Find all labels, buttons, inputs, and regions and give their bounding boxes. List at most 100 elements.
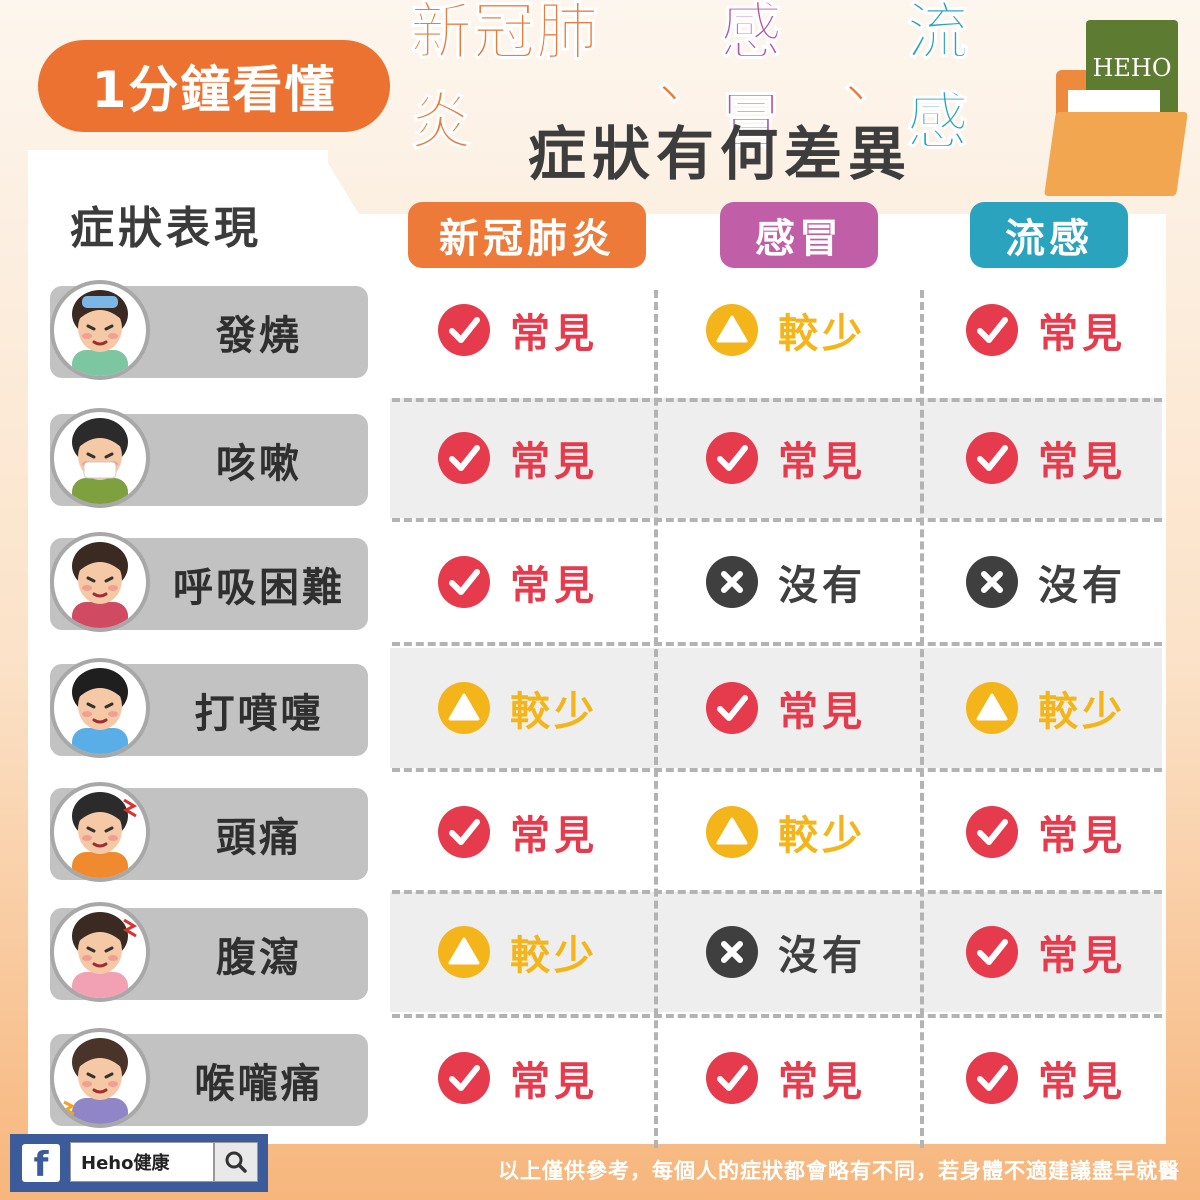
status-label: 常見 [1038, 933, 1126, 979]
header-badge: 1分鐘看懂 [38, 40, 390, 132]
status-cell: 沒有 [706, 550, 866, 614]
status-label: 較少 [778, 311, 866, 357]
status-cell: 較少 [966, 676, 1126, 740]
status-label: 較少 [510, 933, 598, 979]
status-label: 較少 [778, 813, 866, 859]
status-label: 常見 [510, 311, 598, 357]
status-label: 沒有 [1038, 563, 1126, 609]
status-label: 較少 [1038, 689, 1126, 735]
symptom-label: 腹瀉 [216, 935, 302, 981]
symptom-label: 呼吸困難 [173, 565, 345, 611]
column-header-cold: 感冒 [720, 202, 878, 268]
facebook-search-field[interactable]: Heho健康 [70, 1142, 214, 1182]
breathing-avatar-icon [50, 532, 150, 632]
table-row: 發燒 常見 較少 常見 [0, 280, 1200, 380]
status-cell: 常見 [438, 550, 598, 614]
row-divider [392, 1014, 1162, 1018]
status-cell: 較少 [438, 676, 598, 740]
status-label: 常見 [510, 813, 598, 859]
heho-logo: HEHO [1044, 20, 1188, 200]
row-divider [392, 398, 1162, 402]
status-cell: 較少 [706, 298, 866, 362]
sore-throat-avatar-icon [50, 1028, 150, 1128]
infographic: 1分鐘看懂 新冠肺炎、感冒、流感 症狀有何差異 HEHO 症狀表現 新冠肺炎 感… [0, 0, 1200, 1200]
table-row: 喉嚨痛 常見 常見 常見 [0, 1028, 1200, 1128]
check-icon [438, 556, 490, 608]
page-subtitle: 症狀有何差異 [527, 120, 912, 188]
disclaimer-text: 以上僅供參考，每個人的症狀都會略有不同，若身體不適建議盡早就醫 [498, 1159, 1180, 1183]
status-cell: 常見 [966, 800, 1126, 864]
check-icon [438, 806, 490, 858]
status-label: 常見 [510, 1059, 598, 1105]
table-row: 腹瀉 較少 沒有 常見 [0, 892, 1200, 1012]
column-header-flu: 流感 [970, 202, 1128, 268]
x-icon [706, 556, 758, 608]
status-label: 常見 [1038, 439, 1126, 485]
check-icon [966, 1052, 1018, 1104]
status-cell: 常見 [438, 800, 598, 864]
triangle-icon [706, 304, 758, 356]
triangle-icon [966, 682, 1018, 734]
status-cell: 常見 [438, 298, 598, 362]
check-icon [966, 304, 1018, 356]
fever-avatar-icon [50, 280, 150, 380]
check-icon [438, 304, 490, 356]
folder-front [1044, 112, 1188, 196]
status-cell: 常見 [706, 676, 866, 740]
table-row: 呼吸困難 常見 沒有 沒有 [0, 532, 1200, 632]
search-button[interactable] [214, 1142, 258, 1182]
status-cell: 常見 [438, 1046, 598, 1110]
headache-avatar-icon [50, 782, 150, 882]
row-divider [392, 768, 1162, 772]
status-label: 較少 [510, 689, 598, 735]
diarrhea-avatar-icon [50, 902, 150, 1002]
row-divider [392, 518, 1162, 522]
x-icon [706, 926, 758, 978]
triangle-icon [438, 682, 490, 734]
cough-avatar-icon [50, 408, 150, 508]
symptom-label: 發燒 [216, 313, 302, 359]
status-cell: 常見 [966, 1046, 1126, 1110]
status-label: 常見 [1038, 1059, 1126, 1105]
check-icon [966, 806, 1018, 858]
table-row: 頭痛 常見 較少 常見 [0, 782, 1200, 882]
status-label: 常見 [1038, 311, 1126, 357]
status-cell: 沒有 [966, 550, 1126, 614]
x-icon [966, 556, 1018, 608]
search-icon [225, 1151, 247, 1173]
symptom-label: 咳嗽 [216, 441, 302, 487]
status-cell: 較少 [706, 800, 866, 864]
symptom-label: 頭痛 [216, 815, 302, 861]
status-cell: 常見 [966, 426, 1126, 490]
status-cell: 常見 [706, 426, 866, 490]
column-divider [920, 290, 924, 1148]
status-label: 常見 [778, 1059, 866, 1105]
page-title: 新冠肺炎、感冒、流感 [410, 0, 1030, 159]
panel-tab-slope [320, 150, 360, 216]
status-cell: 常見 [706, 1046, 866, 1110]
column-header-covid: 新冠肺炎 [408, 202, 646, 268]
triangle-icon [438, 926, 490, 978]
status-cell: 常見 [966, 298, 1126, 362]
status-label: 常見 [510, 439, 598, 485]
status-label: 常見 [778, 439, 866, 485]
table-row: 咳嗽 常見 常見 常見 [0, 398, 1200, 518]
status-label: 沒有 [778, 563, 866, 609]
check-icon [966, 432, 1018, 484]
status-cell: 常見 [438, 426, 598, 490]
title-separator: 、 [843, 40, 907, 114]
symptom-label: 打噴嚏 [194, 691, 324, 737]
row-divider [392, 642, 1162, 646]
table-row: 打噴嚏 較少 常見 較少 [0, 648, 1200, 768]
status-label: 常見 [510, 563, 598, 609]
sneeze-avatar-icon [50, 658, 150, 758]
symptom-column-header: 症狀表現 [70, 203, 262, 254]
check-icon [706, 682, 758, 734]
status-label: 常見 [1038, 813, 1126, 859]
facebook-icon[interactable]: f [22, 1144, 60, 1182]
row-divider [392, 890, 1162, 894]
status-cell: 沒有 [706, 920, 866, 984]
check-icon [966, 926, 1018, 978]
check-icon [438, 1052, 490, 1104]
status-label: 沒有 [778, 933, 866, 979]
